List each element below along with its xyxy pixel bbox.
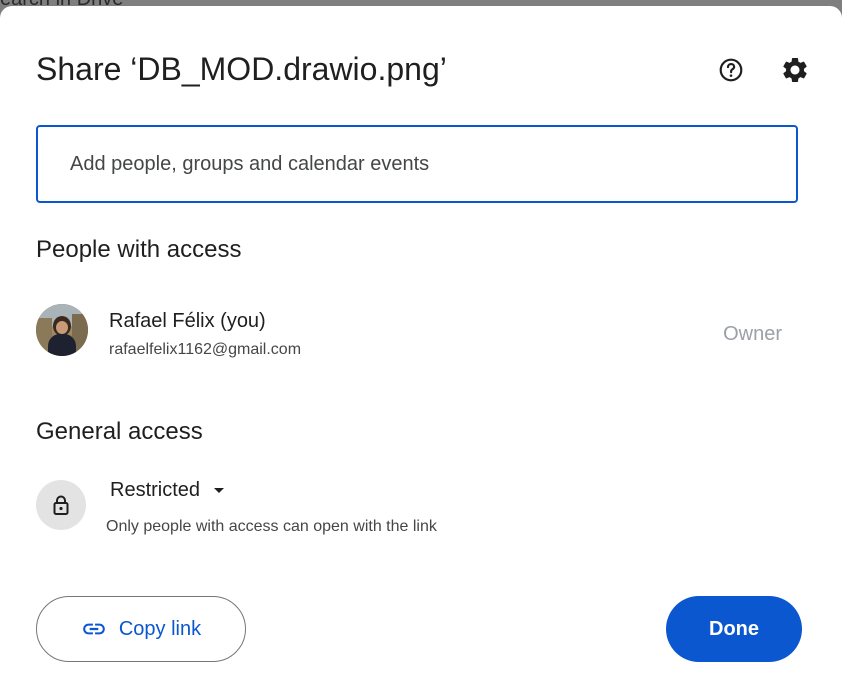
add-people-field[interactable] [36, 125, 798, 203]
lock-icon [53, 495, 69, 515]
copy-link-button[interactable]: Copy link [36, 596, 246, 662]
dialog-title: Share ‘DB_MOD.drawio.png’ [36, 51, 447, 87]
add-people-input[interactable] [70, 127, 770, 201]
gear-icon [783, 57, 807, 82]
share-dialog: Share ‘DB_MOD.drawio.png’ People with ac… [0, 6, 842, 700]
done-label: Done [709, 617, 759, 640]
help-circle-icon [719, 58, 743, 82]
person-email: rafaelfelix1162@gmail.com [109, 341, 302, 358]
general-access-selected: Restricted [110, 478, 201, 501]
people-with-access-heading: People with access [36, 236, 242, 263]
person-row: Rafael Félix (you) rafaelfelix1162@gmail… [30, 296, 800, 366]
general-access-heading: General access [36, 418, 203, 445]
caret-down-icon [214, 487, 225, 493]
avatar [36, 304, 88, 356]
done-button[interactable]: Done [666, 596, 802, 662]
link-icon [83, 623, 105, 635]
person-role: Owner [723, 323, 782, 345]
copy-link-label: Copy link [118, 617, 202, 640]
person-name: Rafael Félix (you) [109, 310, 266, 332]
general-access-description: Only people with access can open with th… [106, 518, 437, 535]
help-button[interactable] [711, 50, 751, 90]
lock-icon-badge [36, 480, 86, 530]
settings-button[interactable] [775, 50, 815, 90]
general-access-dropdown[interactable]: Restricted [106, 472, 228, 508]
